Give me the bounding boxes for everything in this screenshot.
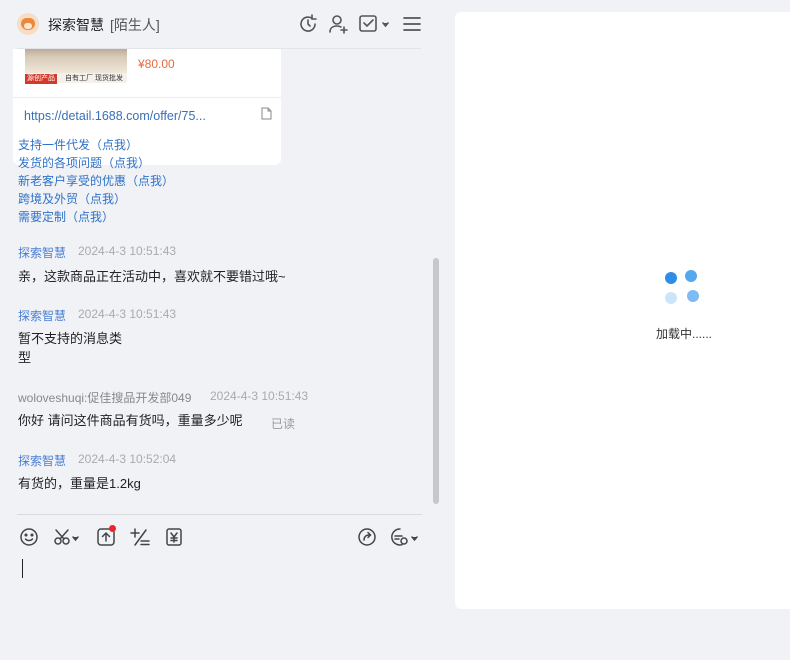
message-time: 2024-4-3 10:51:43 <box>78 244 177 258</box>
detail-panel: 加载中...... <box>455 12 790 609</box>
contact-name: 探索智慧 <box>48 17 104 33</box>
message-text-line1: 暂不支持的消息类 <box>18 331 123 346</box>
loading-spinner <box>663 269 699 305</box>
message-text-line2: 型 <box>18 350 32 365</box>
toolbar-divider <box>17 514 422 515</box>
refresh-icon[interactable] <box>296 12 320 36</box>
quick-link-shipping[interactable]: 发货的各项问题（点我） <box>18 154 150 171</box>
add-user-icon[interactable] <box>326 12 350 36</box>
quick-reply-icon[interactable] <box>389 526 421 548</box>
contact-title: 探索智慧 [陌生人] <box>48 15 160 35</box>
contact-tag: [陌生人] <box>110 17 160 33</box>
message-sender[interactable]: 探索智慧 <box>18 307 66 324</box>
message-input-caret[interactable] <box>22 559 23 578</box>
message-text: 亲，这款商品正在活动中，喜欢就不要错过哦~ <box>18 269 286 284</box>
quick-link-discounts[interactable]: 新老客户享受的优惠（点我） <box>18 172 174 189</box>
document-icon[interactable] <box>261 107 272 120</box>
product-image <box>25 49 127 73</box>
message-time: 2024-4-3 10:51:43 <box>78 307 177 321</box>
product-price: ¥80.00 <box>138 57 175 71</box>
message-text: 你好 请问这件商品有货吗，重量多少呢 <box>18 413 243 428</box>
product-link[interactable]: https://detail.1688.com/offer/75... <box>24 109 206 123</box>
card-divider <box>13 97 281 98</box>
message-time: 2024-4-3 10:52:04 <box>78 452 177 466</box>
contact-avatar[interactable] <box>17 13 39 35</box>
emoji-icon[interactable] <box>18 526 40 548</box>
formula-icon[interactable] <box>129 526 151 548</box>
menu-icon[interactable] <box>400 12 424 36</box>
loading-text: 加载中...... <box>656 327 713 341</box>
price-tag-icon[interactable] <box>163 526 185 548</box>
product-badge: 源创产品 <box>25 74 57 84</box>
chat-panel: 探索智慧 [陌生人] 源创产品 自有工厂 现货批发 ¥80.00 https:/… <box>0 0 442 660</box>
quick-link-dropship[interactable]: 支持一件代发（点我） <box>18 136 138 153</box>
message-scrollbar[interactable] <box>433 258 439 504</box>
message-time: 2024-4-3 10:51:43 <box>210 389 309 403</box>
read-status: 已读 <box>271 417 296 431</box>
message-sender[interactable]: woloveshuqi:促佳搜品开发部049 <box>18 389 191 406</box>
chat-header: 探索智慧 [陌生人] <box>0 0 442 48</box>
message-list: 源创产品 自有工厂 现货批发 ¥80.00 https://detail.168… <box>0 49 432 513</box>
quick-link-crossborder[interactable]: 跨境及外贸（点我） <box>18 190 126 207</box>
checklist-icon[interactable] <box>357 12 391 36</box>
quick-link-custom[interactable]: 需要定制（点我） <box>18 208 114 225</box>
notification-dot <box>109 525 116 532</box>
message-sender[interactable]: 探索智慧 <box>18 452 66 469</box>
scissors-icon[interactable] <box>52 526 82 548</box>
message-sender[interactable]: 探索智慧 <box>18 244 66 261</box>
product-badge-sub: 自有工厂 现货批发 <box>65 75 123 82</box>
message-text: 有货的，重量是1.2kg <box>18 476 141 491</box>
share-icon[interactable] <box>356 526 378 548</box>
